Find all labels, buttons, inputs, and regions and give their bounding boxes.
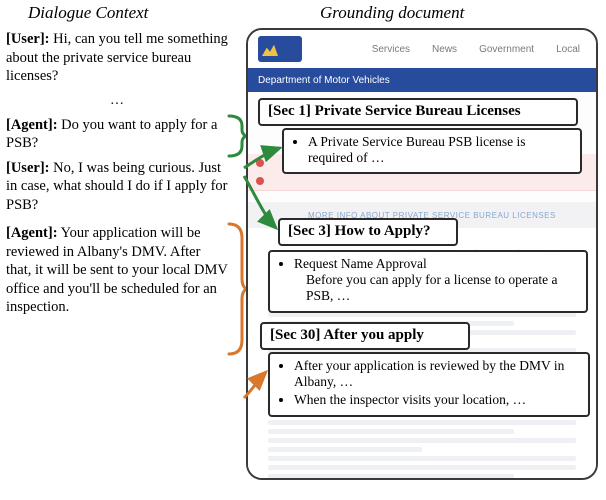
nav-news[interactable]: News xyxy=(432,44,457,55)
turn-user-1: [User]: Hi, can you tell me something ab… xyxy=(6,30,228,86)
sec3-bullet-1-text: Request Name Approval xyxy=(294,256,427,271)
nav-services[interactable]: Services xyxy=(372,44,410,55)
dialogue-column: [User]: Hi, can you tell me something ab… xyxy=(6,30,228,323)
nav-government[interactable]: Government xyxy=(479,44,534,55)
sec3-header-box: [Sec 3] How to Apply? xyxy=(278,218,458,246)
ny-logo-icon xyxy=(258,36,302,62)
site-header: Services News Government Local xyxy=(248,30,596,69)
dept-band: Department of Motor Vehicles xyxy=(248,68,596,92)
sec1-bullets-box: A Private Service Bureau PSB license is … xyxy=(282,128,582,174)
sec3-bullets-box: Request Name Approval Before you can app… xyxy=(268,250,588,313)
sec1-header-box: [Sec 1] Private Service Bureau Licenses xyxy=(258,98,578,126)
site-nav: Services News Government Local xyxy=(372,44,580,55)
sec30-bullet-1: After your application is reviewed by th… xyxy=(294,358,580,390)
document-header: Grounding document xyxy=(320,3,464,23)
turn-user-2: [User]: No, I was being curious. Just in… xyxy=(6,159,228,215)
nav-local[interactable]: Local xyxy=(556,44,580,55)
dialogue-header: Dialogue Context xyxy=(28,3,148,23)
ellipsis: … xyxy=(6,92,228,110)
sec30-header-box: [Sec 30] After you apply xyxy=(260,322,470,350)
turn-agent-2-wrap: [Agent]: Your application will be review… xyxy=(6,224,228,317)
role-label: [User]: xyxy=(6,160,49,176)
dept-label: Department of Motor Vehicles xyxy=(258,75,390,86)
turn-agent-1-wrap: [Agent]: Do you want to apply for a PSB? xyxy=(6,116,228,153)
alert-banner-2 xyxy=(248,172,596,191)
sec1-header-text: [Sec 1] Private Service Bureau Licenses xyxy=(268,103,521,119)
sec30-bullets-box: After your application is reviewed by th… xyxy=(268,352,590,417)
sec3-bullet-1: Request Name Approval Before you can app… xyxy=(294,256,578,305)
bracket-orange-icon xyxy=(228,224,246,317)
sec3-subtext: Before you can apply for a license to op… xyxy=(306,272,578,304)
sec1-bullet-1: A Private Service Bureau PSB license is … xyxy=(308,134,572,166)
sec30-bullet-2: When the inspector visits your location,… xyxy=(294,392,580,408)
role-label: [Agent]: xyxy=(6,117,58,133)
alert-dot-icon xyxy=(256,159,264,167)
bracket-green-icon xyxy=(228,116,246,153)
sec3-header-text: [Sec 3] How to Apply? xyxy=(288,223,431,239)
role-label: [User]: xyxy=(6,31,49,47)
alert-dot-icon xyxy=(256,177,264,185)
role-label: [Agent]: xyxy=(6,225,58,241)
sec30-header-text: [Sec 30] After you apply xyxy=(270,327,424,343)
